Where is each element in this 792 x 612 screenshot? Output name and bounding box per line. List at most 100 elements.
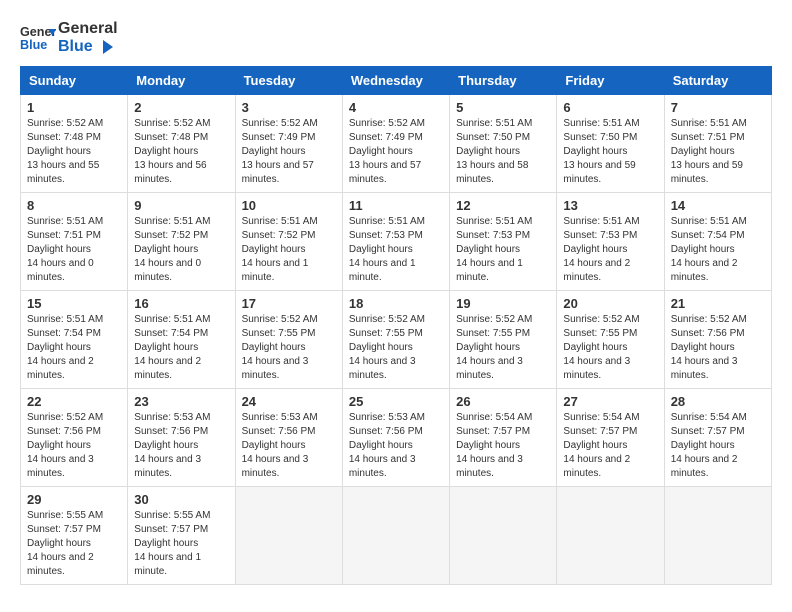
day-number: 8	[27, 198, 121, 213]
day-info: Sunrise: 5:52 AM Sunset: 7:48 PM Dayligh…	[134, 117, 228, 187]
calendar-day: 21 Sunrise: 5:52 AM Sunset: 7:56 PM Dayl…	[664, 291, 771, 389]
day-info: Sunrise: 5:51 AM Sunset: 7:50 PM Dayligh…	[563, 117, 657, 187]
day-info: Sunrise: 5:54 AM Sunset: 7:57 PM Dayligh…	[563, 411, 657, 481]
calendar-day: 29 Sunrise: 5:55 AM Sunset: 7:57 PM Dayl…	[21, 487, 128, 585]
calendar-day: 5 Sunrise: 5:51 AM Sunset: 7:50 PM Dayli…	[450, 95, 557, 193]
calendar-week-1: 1 Sunrise: 5:52 AM Sunset: 7:48 PM Dayli…	[21, 95, 772, 193]
day-info: Sunrise: 5:51 AM Sunset: 7:51 PM Dayligh…	[27, 215, 121, 285]
calendar-day	[664, 487, 771, 585]
calendar-day: 30 Sunrise: 5:55 AM Sunset: 7:57 PM Dayl…	[128, 487, 235, 585]
day-number: 3	[242, 100, 336, 115]
calendar-day	[235, 487, 342, 585]
weekday-header-sunday: Sunday	[21, 67, 128, 95]
day-info: Sunrise: 5:53 AM Sunset: 7:56 PM Dayligh…	[134, 411, 228, 481]
day-info: Sunrise: 5:51 AM Sunset: 7:54 PM Dayligh…	[27, 313, 121, 383]
calendar-day: 6 Sunrise: 5:51 AM Sunset: 7:50 PM Dayli…	[557, 95, 664, 193]
day-info: Sunrise: 5:52 AM Sunset: 7:56 PM Dayligh…	[27, 411, 121, 481]
calendar-day: 19 Sunrise: 5:52 AM Sunset: 7:55 PM Dayl…	[450, 291, 557, 389]
calendar-day: 28 Sunrise: 5:54 AM Sunset: 7:57 PM Dayl…	[664, 389, 771, 487]
calendar-header-row: SundayMondayTuesdayWednesdayThursdayFrid…	[21, 67, 772, 95]
calendar-day: 9 Sunrise: 5:51 AM Sunset: 7:52 PM Dayli…	[128, 193, 235, 291]
day-number: 4	[349, 100, 443, 115]
day-info: Sunrise: 5:51 AM Sunset: 7:52 PM Dayligh…	[134, 215, 228, 285]
day-info: Sunrise: 5:51 AM Sunset: 7:53 PM Dayligh…	[349, 215, 443, 285]
day-number: 28	[671, 394, 765, 409]
calendar-day: 25 Sunrise: 5:53 AM Sunset: 7:56 PM Dayl…	[342, 389, 449, 487]
day-info: Sunrise: 5:51 AM Sunset: 7:51 PM Dayligh…	[671, 117, 765, 187]
weekday-header-monday: Monday	[128, 67, 235, 95]
day-number: 14	[671, 198, 765, 213]
day-number: 30	[134, 492, 228, 507]
day-info: Sunrise: 5:52 AM Sunset: 7:48 PM Dayligh…	[27, 117, 121, 187]
calendar-day	[342, 487, 449, 585]
calendar-table: SundayMondayTuesdayWednesdayThursdayFrid…	[20, 66, 772, 585]
day-number: 20	[563, 296, 657, 311]
day-number: 10	[242, 198, 336, 213]
day-info: Sunrise: 5:52 AM Sunset: 7:55 PM Dayligh…	[456, 313, 550, 383]
calendar-day: 26 Sunrise: 5:54 AM Sunset: 7:57 PM Dayl…	[450, 389, 557, 487]
logo: General Blue General Blue	[20, 20, 118, 56]
logo-icon: General Blue	[20, 20, 56, 56]
day-info: Sunrise: 5:54 AM Sunset: 7:57 PM Dayligh…	[456, 411, 550, 481]
day-info: Sunrise: 5:51 AM Sunset: 7:53 PM Dayligh…	[563, 215, 657, 285]
day-info: Sunrise: 5:51 AM Sunset: 7:52 PM Dayligh…	[242, 215, 336, 285]
calendar-day: 17 Sunrise: 5:52 AM Sunset: 7:55 PM Dayl…	[235, 291, 342, 389]
page-header: General Blue General Blue	[20, 20, 772, 56]
calendar-day	[557, 487, 664, 585]
day-info: Sunrise: 5:52 AM Sunset: 7:49 PM Dayligh…	[349, 117, 443, 187]
day-number: 12	[456, 198, 550, 213]
calendar-day: 2 Sunrise: 5:52 AM Sunset: 7:48 PM Dayli…	[128, 95, 235, 193]
day-number: 23	[134, 394, 228, 409]
logo-general: General	[58, 20, 118, 37]
logo-blue: Blue	[58, 38, 93, 55]
calendar-day: 20 Sunrise: 5:52 AM Sunset: 7:55 PM Dayl…	[557, 291, 664, 389]
day-number: 11	[349, 198, 443, 213]
weekday-header-tuesday: Tuesday	[235, 67, 342, 95]
day-number: 21	[671, 296, 765, 311]
calendar-day: 3 Sunrise: 5:52 AM Sunset: 7:49 PM Dayli…	[235, 95, 342, 193]
day-number: 24	[242, 394, 336, 409]
calendar-day: 8 Sunrise: 5:51 AM Sunset: 7:51 PM Dayli…	[21, 193, 128, 291]
day-number: 26	[456, 394, 550, 409]
weekday-header-friday: Friday	[557, 67, 664, 95]
calendar-day: 24 Sunrise: 5:53 AM Sunset: 7:56 PM Dayl…	[235, 389, 342, 487]
day-info: Sunrise: 5:53 AM Sunset: 7:56 PM Dayligh…	[242, 411, 336, 481]
day-number: 13	[563, 198, 657, 213]
day-number: 9	[134, 198, 228, 213]
calendar-day: 10 Sunrise: 5:51 AM Sunset: 7:52 PM Dayl…	[235, 193, 342, 291]
calendar-week-3: 15 Sunrise: 5:51 AM Sunset: 7:54 PM Dayl…	[21, 291, 772, 389]
day-info: Sunrise: 5:52 AM Sunset: 7:56 PM Dayligh…	[671, 313, 765, 383]
day-number: 22	[27, 394, 121, 409]
day-number: 25	[349, 394, 443, 409]
day-number: 7	[671, 100, 765, 115]
day-number: 5	[456, 100, 550, 115]
day-info: Sunrise: 5:52 AM Sunset: 7:55 PM Dayligh…	[349, 313, 443, 383]
calendar-day: 15 Sunrise: 5:51 AM Sunset: 7:54 PM Dayl…	[21, 291, 128, 389]
weekday-header-thursday: Thursday	[450, 67, 557, 95]
calendar-day: 12 Sunrise: 5:51 AM Sunset: 7:53 PM Dayl…	[450, 193, 557, 291]
calendar-day: 23 Sunrise: 5:53 AM Sunset: 7:56 PM Dayl…	[128, 389, 235, 487]
weekday-header-saturday: Saturday	[664, 67, 771, 95]
weekday-header-wednesday: Wednesday	[342, 67, 449, 95]
day-info: Sunrise: 5:55 AM Sunset: 7:57 PM Dayligh…	[134, 509, 228, 579]
svg-text:Blue: Blue	[20, 38, 47, 52]
calendar-week-5: 29 Sunrise: 5:55 AM Sunset: 7:57 PM Dayl…	[21, 487, 772, 585]
day-info: Sunrise: 5:52 AM Sunset: 7:49 PM Dayligh…	[242, 117, 336, 187]
day-number: 2	[134, 100, 228, 115]
calendar-day: 1 Sunrise: 5:52 AM Sunset: 7:48 PM Dayli…	[21, 95, 128, 193]
day-info: Sunrise: 5:51 AM Sunset: 7:54 PM Dayligh…	[671, 215, 765, 285]
calendar-day: 22 Sunrise: 5:52 AM Sunset: 7:56 PM Dayl…	[21, 389, 128, 487]
day-number: 1	[27, 100, 121, 115]
calendar-day: 16 Sunrise: 5:51 AM Sunset: 7:54 PM Dayl…	[128, 291, 235, 389]
calendar-day: 13 Sunrise: 5:51 AM Sunset: 7:53 PM Dayl…	[557, 193, 664, 291]
day-number: 29	[27, 492, 121, 507]
day-number: 18	[349, 296, 443, 311]
day-number: 16	[134, 296, 228, 311]
calendar-day: 7 Sunrise: 5:51 AM Sunset: 7:51 PM Dayli…	[664, 95, 771, 193]
day-number: 15	[27, 296, 121, 311]
day-info: Sunrise: 5:51 AM Sunset: 7:50 PM Dayligh…	[456, 117, 550, 187]
calendar-week-4: 22 Sunrise: 5:52 AM Sunset: 7:56 PM Dayl…	[21, 389, 772, 487]
day-info: Sunrise: 5:53 AM Sunset: 7:56 PM Dayligh…	[349, 411, 443, 481]
calendar-day: 4 Sunrise: 5:52 AM Sunset: 7:49 PM Dayli…	[342, 95, 449, 193]
day-number: 6	[563, 100, 657, 115]
